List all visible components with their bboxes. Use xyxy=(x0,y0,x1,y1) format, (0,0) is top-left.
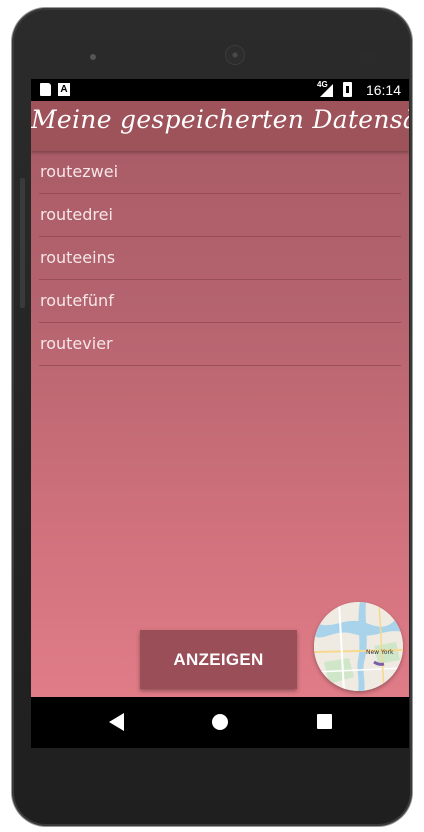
back-icon[interactable] xyxy=(109,713,124,731)
front-camera-icon xyxy=(90,54,96,60)
status-time: 16:14 xyxy=(365,82,401,98)
map-button[interactable]: New York xyxy=(314,602,403,691)
show-button[interactable]: ANZEIGEN xyxy=(140,630,297,689)
list-item[interactable]: routedrei xyxy=(39,194,401,237)
sensor-icon xyxy=(360,53,382,59)
list-item[interactable]: routezwei xyxy=(39,151,401,194)
speaker-grille-icon xyxy=(226,46,244,64)
recents-icon[interactable] xyxy=(317,714,332,729)
home-icon[interactable] xyxy=(212,714,228,730)
list-item[interactable]: routeeins xyxy=(39,237,401,280)
side-button xyxy=(20,178,25,308)
route-list: routezwei routedrei routeeins routefünf … xyxy=(39,151,401,366)
map-icon: New York xyxy=(314,602,403,691)
map-city-label: New York xyxy=(366,649,394,656)
page-title: Meine gespeicherten Datensätze xyxy=(31,105,409,134)
sd-card-icon xyxy=(40,83,51,96)
status-bar: A 4G 16:14 xyxy=(31,79,409,101)
signal-icon xyxy=(320,84,333,97)
screen: A 4G 16:14 Meine gespeicherten Datensätz… xyxy=(31,79,409,748)
a-icon: A xyxy=(58,83,70,96)
navigation-bar xyxy=(31,697,409,748)
app-content: Meine gespeicherten Datensätze routezwei… xyxy=(31,101,409,697)
battery-icon xyxy=(343,82,352,97)
list-item[interactable]: routefünf xyxy=(39,280,401,323)
app-header: Meine gespeicherten Datensätze xyxy=(31,101,409,151)
list-item[interactable]: routevier xyxy=(39,323,401,366)
